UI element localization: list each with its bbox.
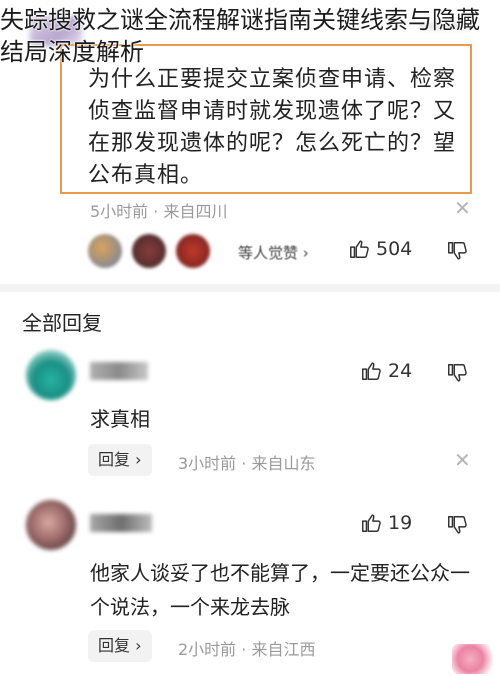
avatar[interactable] [26,350,76,400]
quoted-dislike-button[interactable] [446,240,468,262]
comment-dislike-button[interactable] [446,514,468,536]
overlay-title: 失踪搜救之谜全流程解谜指南关键线索与隐藏结局深度解析 [0,6,480,66]
close-icon[interactable]: ✕ [454,450,471,470]
avatar[interactable] [26,500,76,550]
thumbs-down-icon [448,364,467,382]
reactor-avatar [132,234,166,268]
reply-button[interactable]: 回复 › [88,630,152,662]
reactor-avatar [88,234,122,268]
meta-separator: · [241,454,247,473]
comment-time: 3小时前 [178,454,237,473]
meta-separator: · [153,202,159,221]
reactors-label: 等人觉赞 › [238,244,309,262]
thumbs-up-icon [362,514,381,532]
username-blurred[interactable] [90,514,152,532]
reactor-avatar [176,234,210,268]
close-icon[interactable]: ✕ [454,198,471,218]
thumbs-down-icon [448,516,467,534]
comment-location: 来自山东 [251,454,316,473]
comment-time: 2小时前 [178,640,237,659]
watermark-logo [452,644,498,674]
reply-button[interactable]: 回复 › [88,444,152,476]
quoted-comment-text: 为什么正要提交立案侦查申请、检察侦查监督申请时就发现遗体了呢？又在那发现遗体的呢… [88,67,457,188]
quoted-comment-meta: 5小时前 · 来自四川 [90,198,227,222]
comment-meta: 3小时前 · 来自山东 [178,450,315,474]
all-replies-heading: 全部回复 [22,311,102,335]
quoted-like-count: 504 [376,238,413,260]
thumbs-up-icon [362,362,381,380]
comment-like-button[interactable]: 24 [360,360,412,382]
thumbs-up-icon [350,240,369,258]
reactors-row[interactable]: 等人觉赞 › [88,232,318,268]
comment-thread-page: 失踪搜救之谜全流程解谜指南关键线索与隐藏结局深度解析 为什么正要提交立案侦查申请… [0,0,500,676]
comment-meta: 2小时前 · 来自江西 [178,636,315,660]
comment-dislike-button[interactable] [446,362,468,384]
quoted-comment-time: 5小时前 [90,202,149,221]
comment-like-button[interactable]: 19 [360,512,412,534]
comment-like-count: 24 [388,360,413,382]
meta-separator: · [241,640,247,659]
comment-text: 求真相 [90,407,150,431]
comment-like-count: 19 [388,512,413,534]
quoted-comment-location: 来自四川 [163,202,228,221]
comment-location: 来自江西 [251,640,316,659]
thumbs-down-icon [448,242,467,260]
username-blurred[interactable] [90,362,148,380]
comment-text: 他家人谈妥了也不能算了，一定要还公众一个说法，一个来龙去脉 [90,561,470,619]
section-divider [0,284,500,292]
quoted-like-button[interactable]: 504 [348,238,412,260]
